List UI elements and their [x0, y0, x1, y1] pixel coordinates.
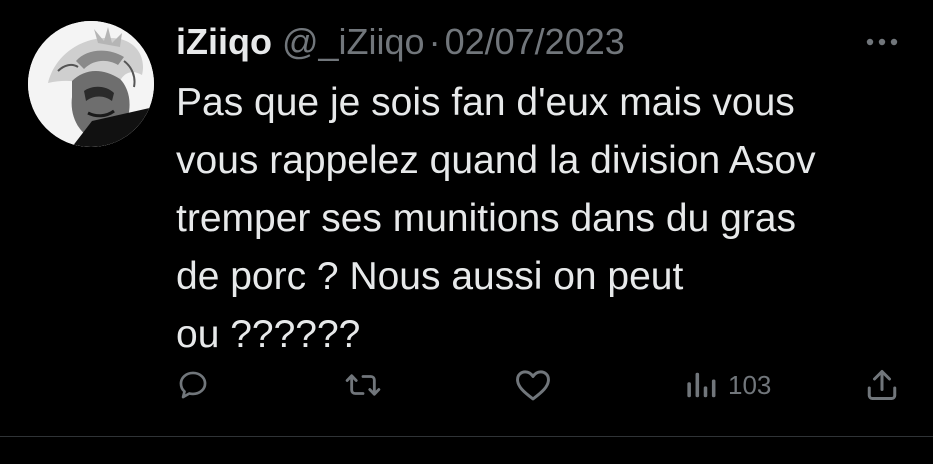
profile-avatar[interactable] [28, 21, 154, 147]
display-name[interactable]: iZiiqo [176, 20, 272, 64]
tweet-divider [0, 436, 933, 437]
tweet-text: Pas que je sois fan d'eux mais vous vous… [176, 81, 816, 356]
user-handle[interactable]: @_iZiiqo [282, 20, 425, 64]
retweet-icon [345, 374, 381, 396]
separator-dot: · [428, 21, 441, 62]
tweet[interactable]: iZiiqo @_iZiiqo · 02/07/2023 Pas que je … [0, 0, 933, 437]
views-button[interactable]: 103 [684, 360, 771, 410]
action-bar: 103 [0, 360, 933, 410]
reply-icon [179, 371, 207, 399]
like-icon [516, 370, 550, 401]
retweet-button[interactable] [344, 360, 382, 410]
views-icon [687, 372, 716, 398]
views-count: 103 [728, 369, 772, 400]
like-button[interactable] [514, 360, 552, 410]
share-icon [867, 370, 897, 400]
tweet-header: iZiiqo @_iZiiqo · 02/07/2023 [176, 20, 625, 64]
reply-button[interactable] [176, 360, 210, 410]
more-icon[interactable] [862, 28, 902, 56]
share-button[interactable] [864, 360, 900, 410]
tweet-date[interactable]: 02/07/2023 [445, 20, 625, 64]
avatar-image [28, 21, 154, 147]
